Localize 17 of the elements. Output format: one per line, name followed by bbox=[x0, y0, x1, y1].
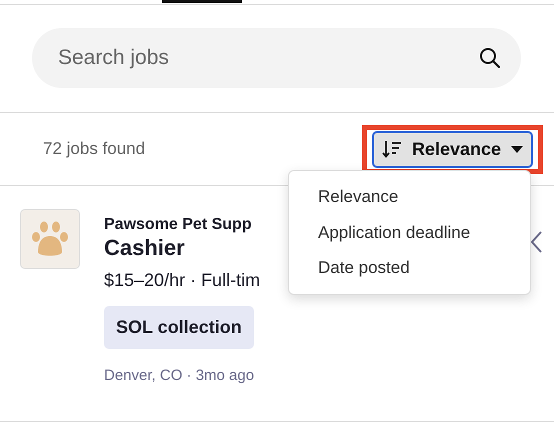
collection-tag: SOL collection bbox=[104, 306, 254, 349]
search-field[interactable]: Search jobs bbox=[32, 28, 521, 88]
menu-item[interactable]: Relevance bbox=[289, 179, 530, 214]
sort-icon bbox=[382, 140, 402, 158]
menu-item[interactable]: Date posted bbox=[289, 250, 530, 286]
company-name: Pawsome Pet Supp bbox=[104, 215, 252, 234]
caret-icon bbox=[511, 146, 523, 152]
paw-icon bbox=[30, 220, 70, 258]
sort-button[interactable]: Relevance bbox=[372, 130, 533, 168]
search-icon bbox=[479, 47, 501, 69]
menu-item[interactable]: Application deadline bbox=[289, 214, 530, 250]
pay-info: $15–20/hr · Full-tim bbox=[104, 268, 260, 292]
results-count: 72 jobs found bbox=[43, 138, 146, 160]
job-title: Cashier bbox=[104, 234, 186, 262]
chevron-icon[interactable] bbox=[530, 231, 542, 253]
job-location-date: Denver, CO · 3mo ago bbox=[104, 366, 256, 386]
search-input[interactable]: Search jobs bbox=[56, 41, 479, 75]
